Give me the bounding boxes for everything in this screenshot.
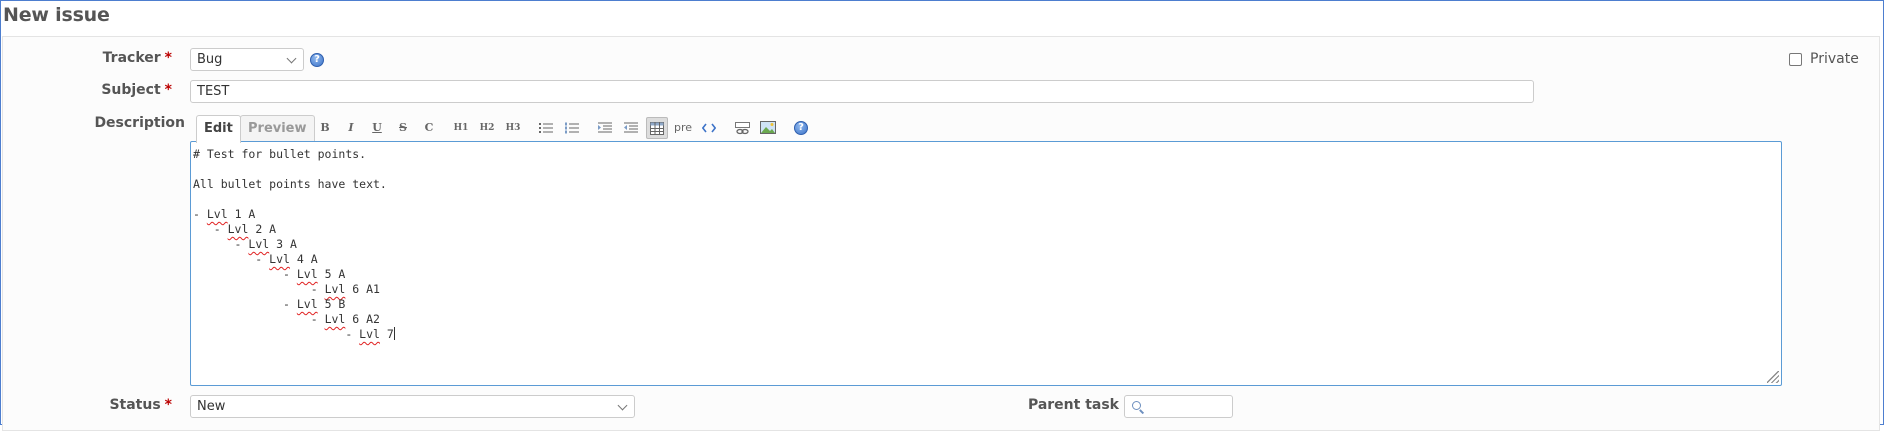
subject-input[interactable]: TEST <box>190 80 1534 103</box>
textarea-line: - Lvl 6 A2 <box>193 312 380 326</box>
misspelled-word: Lvl <box>206 207 228 221</box>
line-text: 6 A1 <box>345 282 380 296</box>
parent-task-label: Parent task <box>1027 397 1119 413</box>
textarea-line: # Test for bullet points. <box>193 147 1779 162</box>
private-option[interactable]: Private <box>1789 51 1859 67</box>
bold-button[interactable]: B <box>314 117 336 139</box>
line-text: # Test for bullet points. <box>193 147 367 161</box>
inline-code-button[interactable]: C <box>418 117 440 139</box>
strikethrough-button[interactable]: S <box>392 117 414 139</box>
misspelled-word: Lvl <box>269 252 290 266</box>
misspelled-word: Lvl <box>227 222 249 236</box>
heading2-button[interactable]: H2 <box>476 117 498 139</box>
line-text: 5 A <box>317 267 346 281</box>
help-icon[interactable]: ? <box>794 121 808 135</box>
line-text: 6 A2 <box>345 312 380 326</box>
numbered-list-icon <box>565 122 579 134</box>
private-checkbox[interactable] <box>1789 52 1802 66</box>
code-highlight-button[interactable] <box>698 117 720 139</box>
textarea-line: - Lvl 1 A <box>193 207 256 221</box>
indent-icon <box>598 122 612 133</box>
misspelled-word: Lvl <box>324 312 346 326</box>
ordered-list-button[interactable] <box>561 117 583 139</box>
textarea-line: All bullet points have text. <box>193 177 1779 192</box>
description-textarea[interactable]: # Test for bullet points. All bullet poin… <box>190 141 1782 386</box>
status-select[interactable]: New <box>190 395 635 418</box>
help-icon[interactable]: ? <box>310 53 324 67</box>
required-marker: * <box>164 50 172 66</box>
tab-edit[interactable]: Edit <box>196 115 241 143</box>
tab-preview[interactable]: Preview <box>240 115 315 142</box>
table-icon <box>650 122 664 135</box>
line-text: All bullet points have text. <box>193 177 387 191</box>
textarea-line <box>193 162 1779 177</box>
line-text: 4 A <box>289 252 318 266</box>
misspelled-word: Lvl <box>324 282 346 296</box>
page-title: New issue <box>3 4 110 26</box>
unordered-list-button[interactable] <box>535 117 557 139</box>
parent-task-input[interactable] <box>1124 395 1233 418</box>
preformatted-button[interactable]: pre <box>672 117 694 139</box>
line-text: 7 <box>379 327 394 341</box>
heading3-button[interactable]: H3 <box>502 117 524 139</box>
link-button[interactable] <box>731 117 753 139</box>
text-caret <box>393 327 395 340</box>
search-icon <box>1132 401 1141 410</box>
misspelled-word: Lvl <box>296 267 318 281</box>
tracker-select[interactable]: Bug <box>190 48 304 71</box>
underline-button[interactable]: U <box>366 117 388 139</box>
textarea-line: - Lvl 5 A <box>193 267 346 281</box>
textarea-line: - Lvl 7 <box>193 327 395 341</box>
outdent-icon <box>624 122 638 133</box>
textarea-line: - Lvl 2 A <box>193 222 277 236</box>
bullet-list-icon <box>539 123 553 133</box>
line-text: 2 A <box>248 222 277 236</box>
heading1-button[interactable]: H1 <box>450 117 472 139</box>
textarea-line: - Lvl 5 B <box>193 297 346 311</box>
code-icon <box>701 123 717 133</box>
textarea-line <box>193 192 1779 207</box>
misspelled-word: Lvl <box>296 297 318 311</box>
image-icon <box>760 121 776 134</box>
textarea-line: - Lvl 4 A <box>193 252 318 266</box>
textarea-line: - Lvl 6 A1 <box>193 282 380 296</box>
image-button[interactable] <box>757 117 779 139</box>
status-value: New <box>197 399 226 414</box>
wiki-link-icon <box>734 122 750 135</box>
misspelled-word: Lvl <box>359 327 380 341</box>
required-marker: * <box>164 397 172 413</box>
status-label: Status * <box>109 397 172 413</box>
outdent-button[interactable] <box>620 117 642 139</box>
line-text: 3 A <box>269 237 297 251</box>
tracker-label: Tracker * <box>102 50 172 66</box>
misspelled-word: Lvl <box>248 237 270 251</box>
resize-handle[interactable] <box>1767 371 1779 383</box>
subject-label: Subject * <box>101 82 172 98</box>
italic-button[interactable]: I <box>340 117 362 139</box>
private-label: Private <box>1810 51 1859 67</box>
tracker-value: Bug <box>197 52 223 67</box>
line-text: 1 A <box>227 207 256 221</box>
chevron-down-icon <box>286 53 297 64</box>
table-button[interactable] <box>646 117 668 139</box>
chevron-down-icon <box>617 400 628 411</box>
line-text: 5 B <box>317 297 346 311</box>
indent-button[interactable] <box>594 117 616 139</box>
description-label: Description <box>94 115 185 131</box>
textarea-line: - Lvl 3 A <box>193 237 297 251</box>
required-marker: * <box>164 82 172 98</box>
